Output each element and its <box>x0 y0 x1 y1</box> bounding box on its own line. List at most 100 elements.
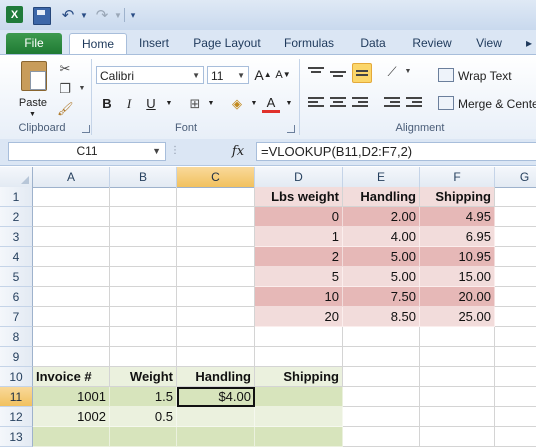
align-center-icon[interactable] <box>330 95 346 109</box>
column-header-d[interactable]: D <box>255 167 343 187</box>
cell-d10[interactable]: Shipping <box>255 367 343 387</box>
cell-b8[interactable] <box>110 327 177 347</box>
cell-e11[interactable] <box>343 387 420 407</box>
tab-file[interactable]: File <box>6 33 62 54</box>
cell-a2[interactable] <box>33 207 110 227</box>
cell-b2[interactable] <box>110 207 177 227</box>
tab-formulas[interactable]: Formulas <box>283 33 335 54</box>
cell-e8[interactable] <box>343 327 420 347</box>
italic-button[interactable]: I <box>120 95 138 113</box>
cell-g10[interactable] <box>495 367 536 387</box>
undo-dropdown-icon[interactable]: ▼ <box>80 6 88 24</box>
row-header-7[interactable]: 7 <box>0 307 33 327</box>
cell-e13[interactable] <box>343 427 420 447</box>
cell-c7[interactable] <box>177 307 255 327</box>
cell-f7[interactable]: 25.00 <box>420 307 495 327</box>
cell-f2[interactable]: 4.95 <box>420 207 495 227</box>
tab-insert[interactable]: Insert <box>135 33 173 54</box>
undo-icon[interactable]: ↶ <box>57 6 79 24</box>
redo-dropdown-icon[interactable]: ▼ <box>114 6 122 24</box>
cell-d8[interactable] <box>255 327 343 347</box>
cell-d2[interactable]: 0 <box>255 207 343 227</box>
excel-logo-icon[interactable]: X <box>6 6 23 23</box>
row-header-8[interactable]: 8 <box>0 327 33 347</box>
fill-color-icon[interactable]: ◈ <box>228 95 246 113</box>
format-painter-icon[interactable]: 🖌 <box>57 101 74 117</box>
cell-g3[interactable] <box>495 227 536 247</box>
cell-f12[interactable] <box>420 407 495 427</box>
cell-e12[interactable] <box>343 407 420 427</box>
cell-b12[interactable]: 0.5 <box>110 407 177 427</box>
select-all-button[interactable] <box>0 167 33 187</box>
cell-f5[interactable]: 15.00 <box>420 267 495 287</box>
cell-d4[interactable]: 2 <box>255 247 343 267</box>
cell-b13[interactable] <box>110 427 177 447</box>
cell-f3[interactable]: 6.95 <box>420 227 495 247</box>
fill-color-dropdown-icon[interactable]: ▼ <box>245 95 263 113</box>
row-header-9[interactable]: 9 <box>0 347 33 367</box>
cell-a1[interactable] <box>33 187 110 207</box>
cell-e5[interactable]: 5.00 <box>343 267 420 287</box>
shrink-font-button[interactable]: A▼ <box>274 66 292 84</box>
cell-a3[interactable] <box>33 227 110 247</box>
cell-f4[interactable]: 10.95 <box>420 247 495 267</box>
customize-quick-access-icon[interactable]: ▾ <box>128 6 138 24</box>
cell-f6[interactable]: 20.00 <box>420 287 495 307</box>
cell-d1[interactable]: Lbs weight <box>255 187 343 207</box>
font-size-select[interactable]: 11 ▼ <box>207 66 249 84</box>
cell-a7[interactable] <box>33 307 110 327</box>
insert-function-button[interactable]: fx <box>228 143 248 161</box>
cell-c13[interactable] <box>177 427 255 447</box>
cell-c8[interactable] <box>177 327 255 347</box>
cell-b1[interactable] <box>110 187 177 207</box>
cell-a12[interactable]: 1002 <box>33 407 110 427</box>
increase-indent-icon[interactable] <box>406 95 422 109</box>
cell-d12[interactable] <box>255 407 343 427</box>
row-header-12[interactable]: 12 <box>0 407 33 427</box>
cell-f10[interactable] <box>420 367 495 387</box>
column-header-c[interactable]: C <box>177 167 255 187</box>
wrap-text-button[interactable]: Wrap Text <box>438 67 536 85</box>
cell-d9[interactable] <box>255 347 343 367</box>
tab-overflow-icon[interactable]: ▸ <box>522 33 536 54</box>
underline-button[interactable]: U <box>142 95 160 113</box>
row-header-4[interactable]: 4 <box>0 247 33 267</box>
cell-d5[interactable]: 5 <box>255 267 343 287</box>
cell-c9[interactable] <box>177 347 255 367</box>
cell-f13[interactable] <box>420 427 495 447</box>
cell-e6[interactable]: 7.50 <box>343 287 420 307</box>
tab-data[interactable]: Data <box>356 33 390 54</box>
cell-e7[interactable]: 8.50 <box>343 307 420 327</box>
cell-e10[interactable] <box>343 367 420 387</box>
align-middle-icon[interactable] <box>330 65 346 79</box>
redo-icon[interactable]: ↷ <box>91 6 113 24</box>
cell-b7[interactable] <box>110 307 177 327</box>
copy-dropdown-icon[interactable]: ▼ <box>74 81 90 97</box>
cell-d7[interactable]: 20 <box>255 307 343 327</box>
align-right-icon[interactable] <box>352 95 368 109</box>
cell-c6[interactable] <box>177 287 255 307</box>
cell-c1[interactable] <box>177 187 255 207</box>
row-header-1[interactable]: 1 <box>0 187 33 207</box>
row-header-13[interactable]: 13 <box>0 427 33 447</box>
cell-g12[interactable] <box>495 407 536 427</box>
cell-b6[interactable] <box>110 287 177 307</box>
cell-c4[interactable] <box>177 247 255 267</box>
tab-home[interactable]: Home <box>69 33 127 55</box>
paste-button[interactable]: Paste ▼ <box>14 59 52 118</box>
cell-e2[interactable]: 2.00 <box>343 207 420 227</box>
row-header-11[interactable]: 11 <box>0 387 33 407</box>
column-header-a[interactable]: A <box>33 167 110 187</box>
cell-a10[interactable]: Invoice # <box>33 367 110 387</box>
borders-dropdown-icon[interactable]: ▼ <box>202 95 220 113</box>
font-dialog-launcher-icon[interactable] <box>287 125 295 133</box>
cell-c10[interactable]: Handling <box>177 367 255 387</box>
row-header-10[interactable]: 10 <box>0 367 33 387</box>
tab-review[interactable]: Review <box>410 33 454 54</box>
cell-g11[interactable] <box>495 387 536 407</box>
clipboard-dialog-launcher-icon[interactable] <box>82 125 90 133</box>
font-color-dropdown-icon[interactable]: ▼ <box>280 95 298 113</box>
cell-g7[interactable] <box>495 307 536 327</box>
cut-icon[interactable]: ✂ <box>57 61 73 77</box>
formula-input[interactable]: =VLOOKUP(B11,D2:F7,2) <box>256 142 536 161</box>
